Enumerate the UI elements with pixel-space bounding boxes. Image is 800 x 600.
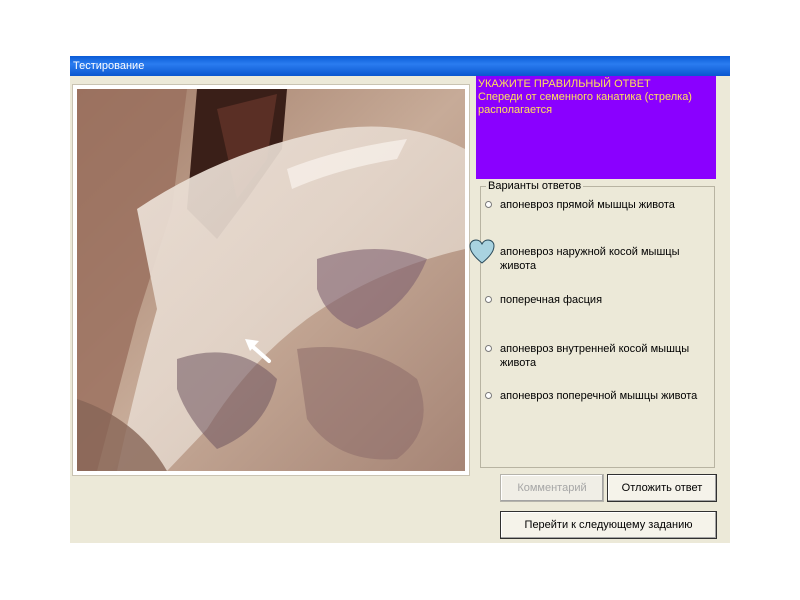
answer-option-label: апоневроз внутренней косой мышцы живота: [500, 343, 690, 369]
question-text: Спереди от семенного канатика (стрелка) …: [478, 91, 692, 116]
anatomy-photo-image: [77, 89, 465, 471]
heart-icon[interactable]: [469, 239, 495, 269]
radio-icon[interactable]: [485, 345, 492, 352]
answer-option-label: апоневроз прямой мышцы живота: [500, 199, 675, 211]
radio-icon[interactable]: [485, 201, 492, 208]
anatomy-photo-frame: [72, 84, 470, 476]
question-box: УКАЖИТЕ ПРАВИЛЬНЫЙ ОТВЕТ Спереди от семе…: [476, 76, 716, 179]
radio-icon[interactable]: [485, 392, 492, 399]
postpone-answer-button[interactable]: Отложить ответ: [607, 474, 717, 502]
anatomy-photo: [77, 89, 465, 471]
next-task-button[interactable]: Перейти к следующему заданию: [500, 511, 717, 539]
window-title: Тестирование: [70, 56, 730, 76]
answer-option-label: апоневроз наружной косой мышцы живота: [500, 246, 680, 272]
answer-option-label: поперечная фасция: [500, 294, 603, 306]
radio-icon[interactable]: [485, 296, 492, 303]
test-window: Тестирование УКАЖИТЕ ПРАВИЛЬНЫЙ ОТВЕТ Сп…: [70, 56, 730, 543]
comment-button[interactable]: Комментарий: [500, 474, 604, 502]
answer-options-group: Варианты ответов апоневроз прямой мышцы …: [469, 180, 715, 468]
answer-option-label: апоневроз поперечной мышцы живота: [500, 390, 698, 402]
answer-options-legend: Варианты ответов: [486, 180, 584, 192]
question-heading: УКАЖИТЕ ПРАВИЛЬНЫЙ ОТВЕТ: [478, 78, 651, 90]
